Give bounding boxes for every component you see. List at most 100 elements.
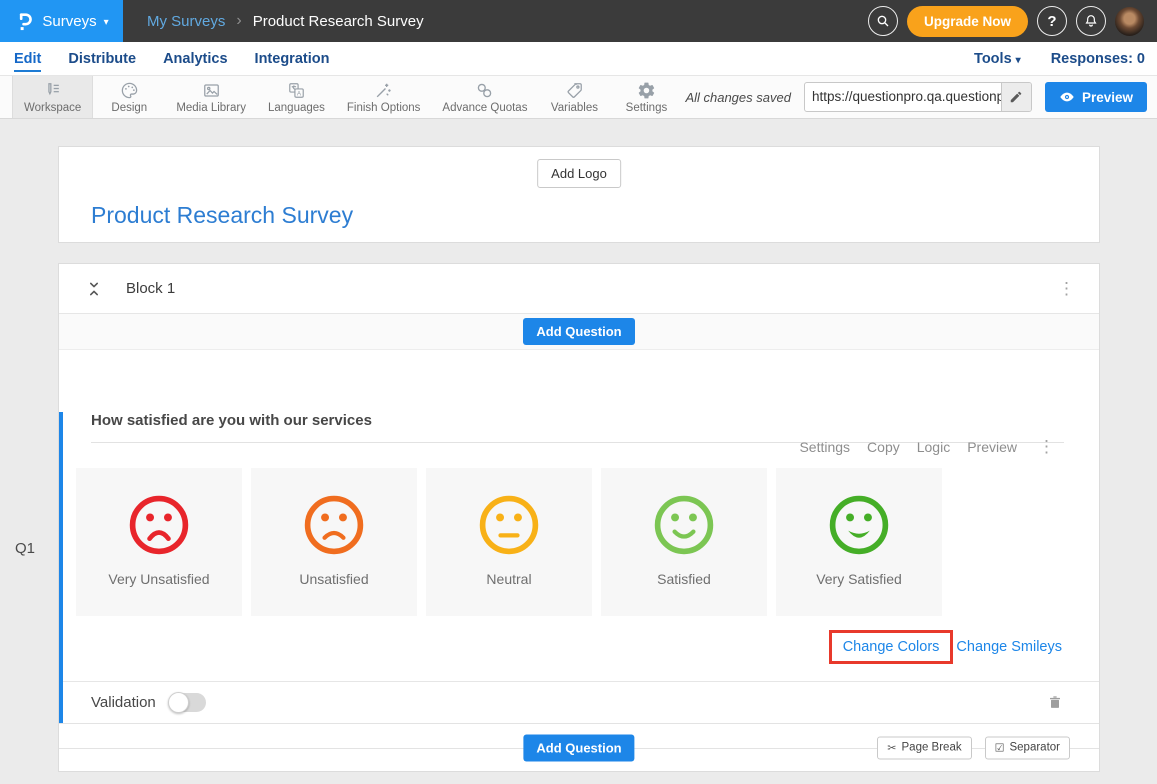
ribbon-item-design[interactable]: Design <box>93 76 165 118</box>
smile-smiley-icon <box>651 492 717 558</box>
ribbon-item-advance-quotas[interactable]: Advance Quotas <box>431 76 538 118</box>
tab-integration[interactable]: Integration <box>255 46 330 72</box>
smiley-options: Very Unsatisfied Unsatisfied Neutral Sat… <box>76 468 1099 616</box>
upgrade-now-button[interactable]: Upgrade Now <box>907 6 1028 37</box>
smiley-option[interactable]: Very Unsatisfied <box>76 468 242 616</box>
breadcrumb: My Surveys › Product Research Survey <box>147 12 424 30</box>
block-kebab-menu[interactable]: ⋮ <box>1054 278 1079 299</box>
scissors-icon: ✂ <box>887 741 896 754</box>
question-card: Settings Copy Logic Preview ⋮ How satisfied … <box>59 412 1099 723</box>
ribbon-item-media-library[interactable]: Media Library <box>165 76 257 118</box>
editor-canvas: Add Logo Product Research Survey Block 1… <box>0 119 1157 772</box>
media-library-icon <box>202 81 221 100</box>
frown-smiley-icon <box>301 492 367 558</box>
survey-url-value: https://questionpro.qa.questionp <box>805 83 1001 111</box>
add-question-row-top: Add Question <box>59 314 1099 350</box>
ribbon-right: All changes saved https://questionpro.qa… <box>685 76 1157 118</box>
question-tool-preview[interactable]: Preview <box>967 439 1017 455</box>
palette-icon <box>120 81 139 100</box>
topbar-actions: Upgrade Now ? <box>868 6 1144 37</box>
topbar: Surveys ▾ My Surveys › Product Research … <box>0 0 1157 42</box>
delete-question-button[interactable] <box>1047 694 1063 711</box>
ribbon-item-workspace[interactable]: Workspace <box>12 76 93 118</box>
tab-distribute[interactable]: Distribute <box>68 46 136 72</box>
responses-count[interactable]: Responses: 0 <box>1051 51 1145 67</box>
survey-title[interactable]: Product Research Survey <box>91 202 353 229</box>
question-toolbar: Settings Copy Logic Preview ⋮ <box>799 436 1059 457</box>
collapse-icon <box>86 281 102 297</box>
notifications-button[interactable] <box>1076 6 1106 36</box>
question-number-label: Q1 <box>15 540 35 557</box>
save-status: All changes saved <box>685 90 791 105</box>
questionpro-logo-icon <box>14 11 35 32</box>
question-tool-logic[interactable]: Logic <box>917 439 950 455</box>
breadcrumb-current: Product Research Survey <box>253 13 424 30</box>
tab-analytics[interactable]: Analytics <box>163 46 227 72</box>
validation-row: Validation <box>59 681 1099 723</box>
block-header: Block 1 ⋮ <box>59 264 1099 314</box>
validation-toggle[interactable] <box>169 693 206 712</box>
languages-icon: A <box>287 81 306 100</box>
tag-icon <box>565 81 584 100</box>
wand-icon <box>374 81 393 100</box>
footer-buttons: ✂ Page Break ☑ Separator <box>877 736 1070 759</box>
page-break-button[interactable]: ✂ Page Break <box>877 736 971 759</box>
gear-icon <box>637 81 656 100</box>
ribbon-item-settings[interactable]: Settings <box>610 76 682 118</box>
workspace-icon <box>43 81 62 100</box>
question-accent-bar <box>59 412 63 723</box>
subnav-tabs: Edit Distribute Analytics Integration <box>14 46 329 72</box>
breadcrumb-parent[interactable]: My Surveys <box>147 13 225 30</box>
ribbon-items: Workspace Design Media Library A Languag… <box>0 76 682 118</box>
survey-header-card: Add Logo Product Research Survey <box>58 146 1100 243</box>
change-smileys-link[interactable]: Change Smileys <box>956 639 1062 655</box>
block-footer: Add Question ✂ Page Break ☑ Separator <box>59 723 1099 771</box>
add-question-button-top[interactable]: Add Question <box>523 318 634 345</box>
chevron-down-icon: ▾ <box>104 17 109 28</box>
pencil-icon <box>1009 90 1023 104</box>
bell-icon <box>1083 13 1099 29</box>
tools-menu[interactable]: Tools ▾ <box>974 51 1021 67</box>
links-icon <box>475 81 494 100</box>
brand-menu[interactable]: Surveys ▾ <box>0 0 123 42</box>
smiley-option[interactable]: Neutral <box>426 468 592 616</box>
edit-url-button[interactable] <box>1001 83 1031 111</box>
block-title[interactable]: Block 1 <box>126 280 175 297</box>
survey-url-field[interactable]: https://questionpro.qa.questionp <box>804 82 1032 112</box>
search-icon <box>875 13 891 29</box>
search-button[interactable] <box>868 6 898 36</box>
smile-open-smiley-icon <box>826 492 892 558</box>
change-colors-highlight-box: Change Colors <box>829 630 954 664</box>
question-kebab-menu[interactable]: ⋮ <box>1034 436 1059 457</box>
brand-menu-label: Surveys <box>42 13 96 30</box>
tab-edit[interactable]: Edit <box>14 46 41 72</box>
breadcrumb-separator-icon: › <box>236 12 241 30</box>
preview-button[interactable]: Preview <box>1045 82 1147 112</box>
toggle-knob <box>168 692 189 713</box>
question-tool-copy[interactable]: Copy <box>867 439 900 455</box>
question-tool-settings[interactable]: Settings <box>799 439 850 455</box>
eye-icon <box>1059 89 1075 105</box>
ribbon-toolbar: Workspace Design Media Library A Languag… <box>0 75 1157 119</box>
block-card: Block 1 ⋮ Add Question Settings Copy Logic… <box>58 263 1100 772</box>
collapse-block-button[interactable] <box>86 281 102 297</box>
ribbon-item-finish-options[interactable]: Finish Options <box>336 76 432 118</box>
change-colors-link[interactable]: Change Colors <box>843 639 940 655</box>
separator-button[interactable]: ☑ Separator <box>985 736 1070 759</box>
subnav-right: Tools ▾ Responses: 0 <box>974 51 1145 67</box>
ribbon-item-languages[interactable]: A Languages <box>257 76 336 118</box>
question-text[interactable]: How satisfied are you with our services <box>91 412 1064 429</box>
validation-label: Validation <box>91 694 156 711</box>
help-button[interactable]: ? <box>1037 6 1067 36</box>
smiley-option[interactable]: Unsatisfied <box>251 468 417 616</box>
avatar[interactable] <box>1115 7 1144 36</box>
smiley-option[interactable]: Very Satisfied <box>776 468 942 616</box>
add-question-button-bottom[interactable]: Add Question <box>523 734 634 761</box>
trash-icon <box>1047 694 1063 711</box>
question-mark-icon: ? <box>1047 13 1056 30</box>
neutral-smiley-icon <box>476 492 542 558</box>
subnav: Edit Distribute Analytics Integration Tools… <box>0 42 1157 75</box>
ribbon-item-variables[interactable]: Variables <box>538 76 610 118</box>
smiley-option[interactable]: Satisfied <box>601 468 767 616</box>
add-logo-button[interactable]: Add Logo <box>537 159 621 188</box>
